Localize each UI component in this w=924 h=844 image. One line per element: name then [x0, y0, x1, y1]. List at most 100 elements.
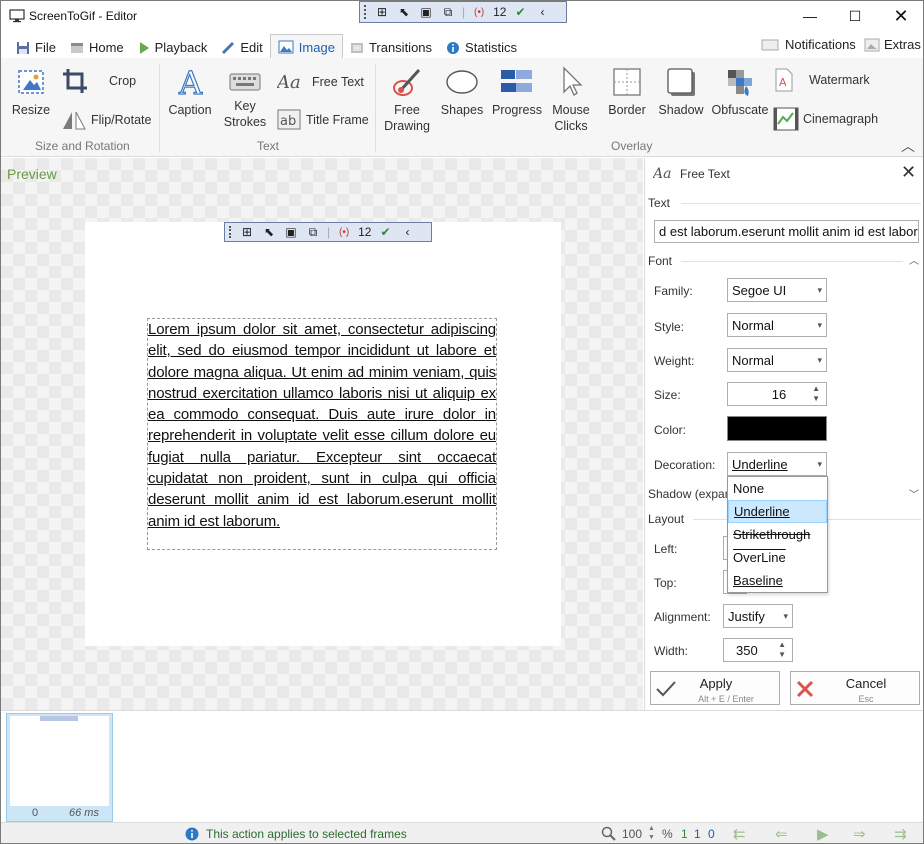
size-stepper[interactable]: 16 ▲ ▼: [727, 382, 827, 406]
frame-delay: 66 ms: [69, 807, 99, 819]
width-stepper[interactable]: 350 ▲ ▼: [723, 638, 793, 662]
obfuscate-button[interactable]: Obfuscate: [709, 66, 771, 118]
decoration-combo[interactable]: Underline ▾: [727, 452, 827, 476]
weight-value: Normal: [732, 352, 774, 368]
frame-count-total: 1: [681, 827, 688, 841]
cinemagraph-button[interactable]: Cinemagraph: [773, 107, 885, 131]
tab-label: Statistics: [465, 40, 518, 55]
resize-button[interactable]: Resize: [9, 68, 53, 118]
tab-image[interactable]: Image: [269, 34, 343, 59]
tab-statistics[interactable]: Statistics: [439, 36, 524, 59]
cursor-select-icon[interactable]: ⬉: [396, 5, 412, 19]
panel-close-icon[interactable]: ✕: [901, 162, 916, 183]
flip-rotate-button[interactable]: Flip/Rotate: [61, 109, 161, 131]
watermark-button[interactable]: A Watermark: [773, 68, 883, 92]
color-swatch[interactable]: [727, 416, 827, 441]
tab-playback[interactable]: Playback: [131, 36, 215, 59]
chevron-down-icon: ▾: [817, 458, 822, 469]
collapse-font-icon[interactable]: ︿: [909, 252, 919, 267]
first-frame-icon[interactable]: ⇇: [733, 825, 746, 843]
key-strokes-button[interactable]: Key Strokes: [223, 70, 267, 130]
apply-label: Apply: [699, 676, 733, 691]
extras-button[interactable]: Extras: [864, 37, 921, 52]
progress-button[interactable]: Progress: [491, 66, 543, 118]
window-record-icon[interactable]: ⊞: [374, 5, 390, 19]
previous-frame-icon[interactable]: ⇐: [775, 825, 788, 843]
last-frame-icon[interactable]: ⇉: [894, 825, 907, 843]
free-text-button[interactable]: Aa Free Text: [277, 71, 373, 93]
shapes-button[interactable]: Shapes: [437, 66, 487, 118]
spin-arrows-icon[interactable]: ▲ ▼: [812, 384, 820, 404]
decoration-option-overline[interactable]: OverLine: [728, 546, 827, 569]
family-combo[interactable]: Segoe UI ▾: [727, 278, 827, 302]
title-frame-button[interactable]: ab Title Frame: [277, 109, 377, 131]
decoration-option-underline[interactable]: Underline: [728, 500, 827, 523]
border-button[interactable]: Border: [603, 66, 651, 118]
tab-edit[interactable]: Edit: [214, 36, 269, 59]
free-text-box[interactable]: Lorem ipsum dolor sit amet, consectetur …: [147, 318, 497, 550]
zoom-spin-icon[interactable]: ▲ ▼: [648, 824, 655, 842]
decoration-dropdown-list: None Underline Strikethrough OverLine Ba…: [727, 476, 828, 593]
panel-title: Free Text: [680, 167, 730, 181]
shapes-label: Shapes: [440, 103, 484, 117]
region-icon[interactable]: ⧉: [440, 5, 456, 19]
free-text-panel: Aa Free Text ✕ Text d est laborum.eserun…: [644, 158, 923, 710]
progress-icon: [501, 70, 532, 92]
ribbon: Resize Crop Flip/Rotate Size and Rotatio…: [1, 58, 923, 157]
group-label-size-rotation: Size and Rotation: [35, 139, 130, 153]
crop-icon: [63, 69, 87, 93]
width-value: 350: [736, 642, 758, 658]
tab-transitions[interactable]: Transitions: [343, 36, 439, 59]
notifications-button[interactable]: Notifications: [761, 37, 856, 52]
family-label: Family:: [654, 284, 693, 298]
maximize-button[interactable]: ☐: [832, 1, 878, 31]
fullscreen-icon[interactable]: ▣: [418, 5, 434, 19]
shadow-button[interactable]: Shadow: [655, 66, 707, 118]
frame-index: 0: [32, 807, 39, 819]
check-icon[interactable]: ✔: [512, 5, 528, 19]
spin-arrows-icon[interactable]: ▲ ▼: [778, 640, 786, 660]
svg-text:A: A: [178, 66, 203, 98]
free-text-content: Lorem ipsum dolor sit amet, consectetur …: [148, 321, 496, 530]
next-frame-icon[interactable]: ⇒: [853, 825, 866, 843]
section-shadow[interactable]: Shadow (expan: [648, 487, 731, 501]
editor-window: ScreenToGif - Editor ⊞ ⬉ ▣ ⧉ | (•) 12 ✔ …: [0, 0, 924, 844]
family-value: Segoe UI: [732, 282, 787, 298]
pixelate-icon: [728, 70, 752, 96]
play-frames-icon[interactable]: ▶: [817, 825, 829, 843]
svg-text:A: A: [779, 76, 787, 89]
frame-recorder-toolbar: ⊞ ⬉ ▣ ⧉ | (•) 12 ✔ ‹: [224, 222, 432, 242]
text-input[interactable]: d est laborum.eserunt mollit anim id est…: [654, 220, 919, 243]
group-label-text: Text: [257, 139, 280, 153]
crop-button[interactable]: Crop: [61, 67, 141, 95]
free-text-icon: Aa: [653, 166, 671, 181]
section-font: Font: [648, 254, 673, 268]
decoration-label: Decoration:: [654, 458, 716, 472]
style-combo[interactable]: Normal ▾: [727, 313, 827, 337]
zoom-value[interactable]: 100: [622, 827, 642, 841]
mouse-clicks-button[interactable]: Mouse Clicks: [547, 66, 595, 134]
notifications-label: Notifications: [785, 37, 856, 52]
decoration-option-strikethrough[interactable]: Strikethrough: [728, 523, 827, 546]
tab-home[interactable]: Home: [63, 36, 131, 59]
drag-grip-icon[interactable]: [364, 5, 368, 19]
close-button[interactable]: ✕: [878, 1, 923, 31]
free-drawing-button[interactable]: Free Drawing: [381, 66, 433, 134]
collapse-ribbon-icon[interactable]: ︿: [901, 136, 915, 156]
play-icon: [139, 41, 149, 54]
minimize-button[interactable]: —: [787, 1, 833, 31]
decoration-option-none[interactable]: None: [728, 477, 827, 500]
size-label: Size:: [654, 388, 681, 402]
apply-shortcut: Alt + E / Enter: [698, 694, 754, 704]
expand-shadow-icon[interactable]: ﹀: [909, 486, 919, 501]
caption-button[interactable]: A Caption: [167, 66, 213, 118]
save-icon: [17, 41, 29, 54]
weight-combo[interactable]: Normal ▾: [727, 348, 827, 372]
apply-button[interactable]: Apply Alt + E / Enter: [650, 671, 780, 705]
tab-file[interactable]: File: [9, 36, 63, 59]
alignment-combo[interactable]: Justify ▾: [723, 604, 793, 628]
decoration-option-baseline[interactable]: Baseline: [728, 569, 827, 592]
collapse-icon[interactable]: ‹: [534, 5, 550, 19]
cancel-button[interactable]: Cancel Esc: [790, 671, 920, 705]
frame-thumbnail[interactable]: 0 66 ms: [6, 713, 113, 822]
